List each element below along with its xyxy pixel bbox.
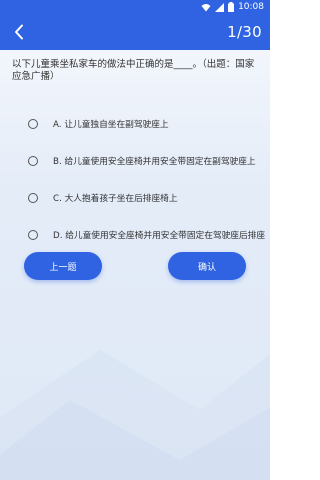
action-buttons: 上一题 确认 <box>0 252 270 280</box>
quiz-screen: 10:08 1/30 以下儿童乘坐私家车的做法中正确的是____。（出题：国家应… <box>0 0 270 480</box>
status-bar: 10:08 <box>0 0 270 14</box>
option-d[interactable]: D. 给儿童使用安全座椅并用安全带固定在驾驶座后排座 <box>0 216 270 253</box>
signal-icon <box>215 2 225 12</box>
option-c[interactable]: C. 大人抱着孩子坐在后排座椅上 <box>0 179 270 216</box>
radio-icon[interactable] <box>28 155 38 166</box>
radio-icon[interactable] <box>28 118 38 129</box>
back-button[interactable] <box>6 19 32 45</box>
option-a[interactable]: A. 让儿童独自坐在副驾驶座上 <box>0 105 270 142</box>
option-label: A. 让儿童独自坐在副驾驶座上 <box>53 120 169 130</box>
options-list: A. 让儿童独自坐在副驾驶座上 B. 给儿童使用安全座椅并用安全带固定在副驾驶座… <box>0 105 270 253</box>
option-b[interactable]: B. 给儿童使用安全座椅并用安全带固定在副驾驶座上 <box>0 142 270 179</box>
previous-question-button[interactable]: 上一题 <box>24 252 102 280</box>
chevron-left-icon <box>15 24 23 40</box>
option-label: B. 给儿童使用安全座椅并用安全带固定在副驾驶座上 <box>53 157 256 167</box>
wifi-icon <box>201 3 211 11</box>
battery-icon <box>228 2 235 12</box>
question-text: 以下儿童乘坐私家车的做法中正确的是____。（出题：国家应急广播） <box>12 59 255 82</box>
option-label: C. 大人抱着孩子坐在后排座椅上 <box>53 194 178 204</box>
status-time: 10:08 <box>238 2 264 12</box>
question-counter: 1/30 <box>227 23 262 41</box>
app-bar: 1/30 <box>0 14 270 50</box>
radio-icon[interactable] <box>28 192 38 203</box>
option-label: D. 给儿童使用安全座椅并用安全带固定在驾驶座后排座 <box>53 231 266 241</box>
confirm-button[interactable]: 确认 <box>168 252 246 280</box>
radio-icon[interactable] <box>28 229 38 240</box>
background-decoration <box>0 350 270 480</box>
